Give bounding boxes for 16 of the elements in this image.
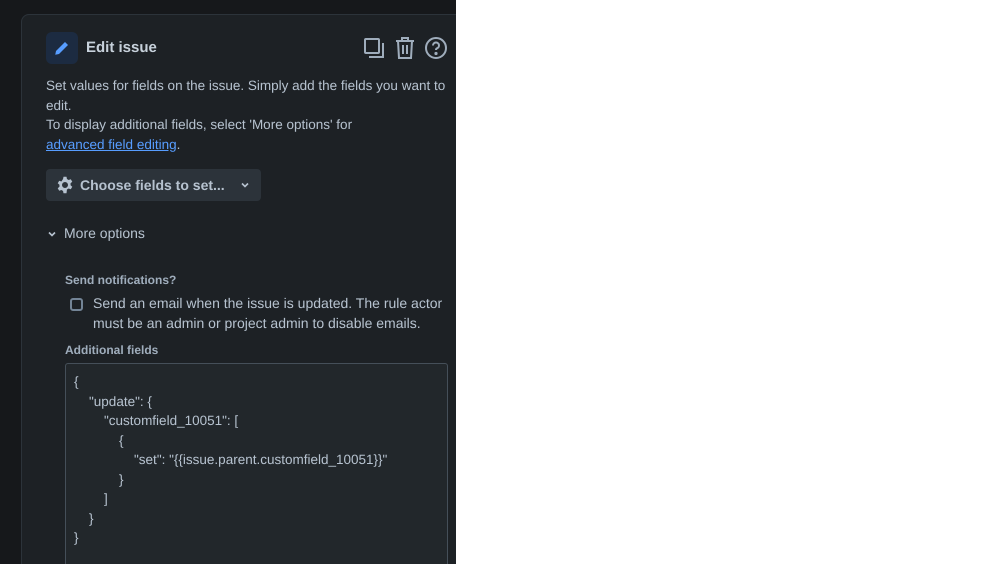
checkbox[interactable] (70, 298, 83, 311)
json-input-field[interactable]: { "update": { "customfield_10051": [ { "set": "{{issue.parent.customfield_10051}}" } ] } } (65, 363, 448, 564)
field-label: Send notifications? (65, 272, 178, 289)
choose-fields-button[interactable]: Choose fields to set... (46, 169, 261, 201)
field-label: Additional fields (65, 342, 160, 359)
description-text: Set values for fields on the issue. Simply add the fields you want to edit. (46, 77, 446, 114)
panel-title: Edit issue (86, 38, 157, 58)
info-text: To display additional fields, select 'More options' for advanced field editing. (46, 116, 354, 154)
more-options-toggle[interactable]: More options (46, 223, 145, 244)
trash-icon[interactable] (394, 36, 416, 60)
help-icon[interactable] (424, 36, 448, 60)
gear-icon (56, 176, 74, 194)
pencil-icon (46, 32, 78, 64)
advanced-field-editing-link[interactable]: advanced field editing (46, 136, 177, 152)
checkbox-label: Send an email when the issue is updated. The rule actor must be an admin or project admin to disable emails. (93, 294, 444, 333)
duplicate-icon[interactable] (362, 36, 386, 60)
